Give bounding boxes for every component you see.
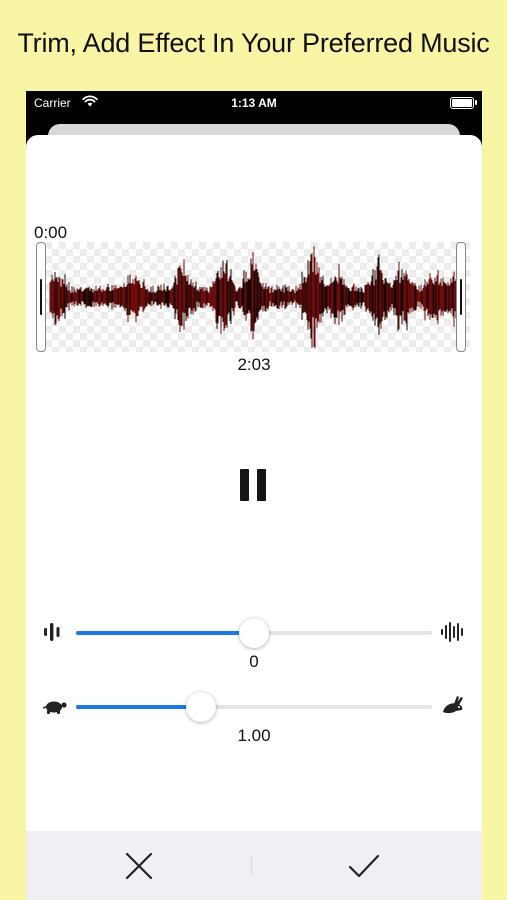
promo-headline: Trim, Add Effect In Your Preferred Music [17, 28, 490, 58]
checkmark-icon[interactable] [345, 847, 383, 885]
pause-icon-bar [257, 469, 266, 501]
handle-grip [460, 279, 462, 315]
editor-sheet: 0:00 2:03 0 1.00 [26, 135, 482, 900]
status-bar: Carrier 1:13 AM [26, 91, 482, 115]
low-volume-wave-icon [42, 620, 66, 644]
rabbit-icon [440, 694, 466, 718]
clock: 1:13 AM [231, 96, 277, 110]
volume-value: 0 [249, 652, 259, 671]
speed-slider-row [26, 687, 482, 727]
volume-slider-row [26, 613, 482, 653]
close-icon[interactable] [120, 847, 158, 885]
bottom-action-bar [26, 831, 482, 900]
volume-slider-fill [76, 631, 254, 635]
phone-screen: Carrier 1:13 AM 0:00 2:03 0 1.00 [26, 91, 482, 900]
speed-slider-track[interactable] [76, 705, 432, 709]
turtle-icon [42, 694, 67, 718]
pause-icon [240, 469, 249, 501]
handle-grip [40, 279, 42, 315]
speed-slider-fill [76, 705, 201, 709]
waveform-track[interactable] [38, 242, 470, 352]
action-divider [251, 855, 252, 875]
pause-button[interactable] [238, 469, 268, 501]
battery-icon [450, 97, 474, 109]
trim-end-handle[interactable] [456, 242, 466, 352]
high-volume-wave-icon [440, 620, 466, 644]
trim-start-time: 0:00 [34, 223, 68, 242]
speed-value: 1.00 [237, 726, 271, 745]
volume-slider-thumb[interactable] [239, 618, 269, 648]
speed-slider-thumb[interactable] [185, 692, 216, 722]
trim-start-handle[interactable] [36, 242, 46, 352]
waveform [49, 246, 462, 349]
trim-end-time: 2:03 [237, 355, 271, 374]
battery-tip [475, 100, 477, 105]
